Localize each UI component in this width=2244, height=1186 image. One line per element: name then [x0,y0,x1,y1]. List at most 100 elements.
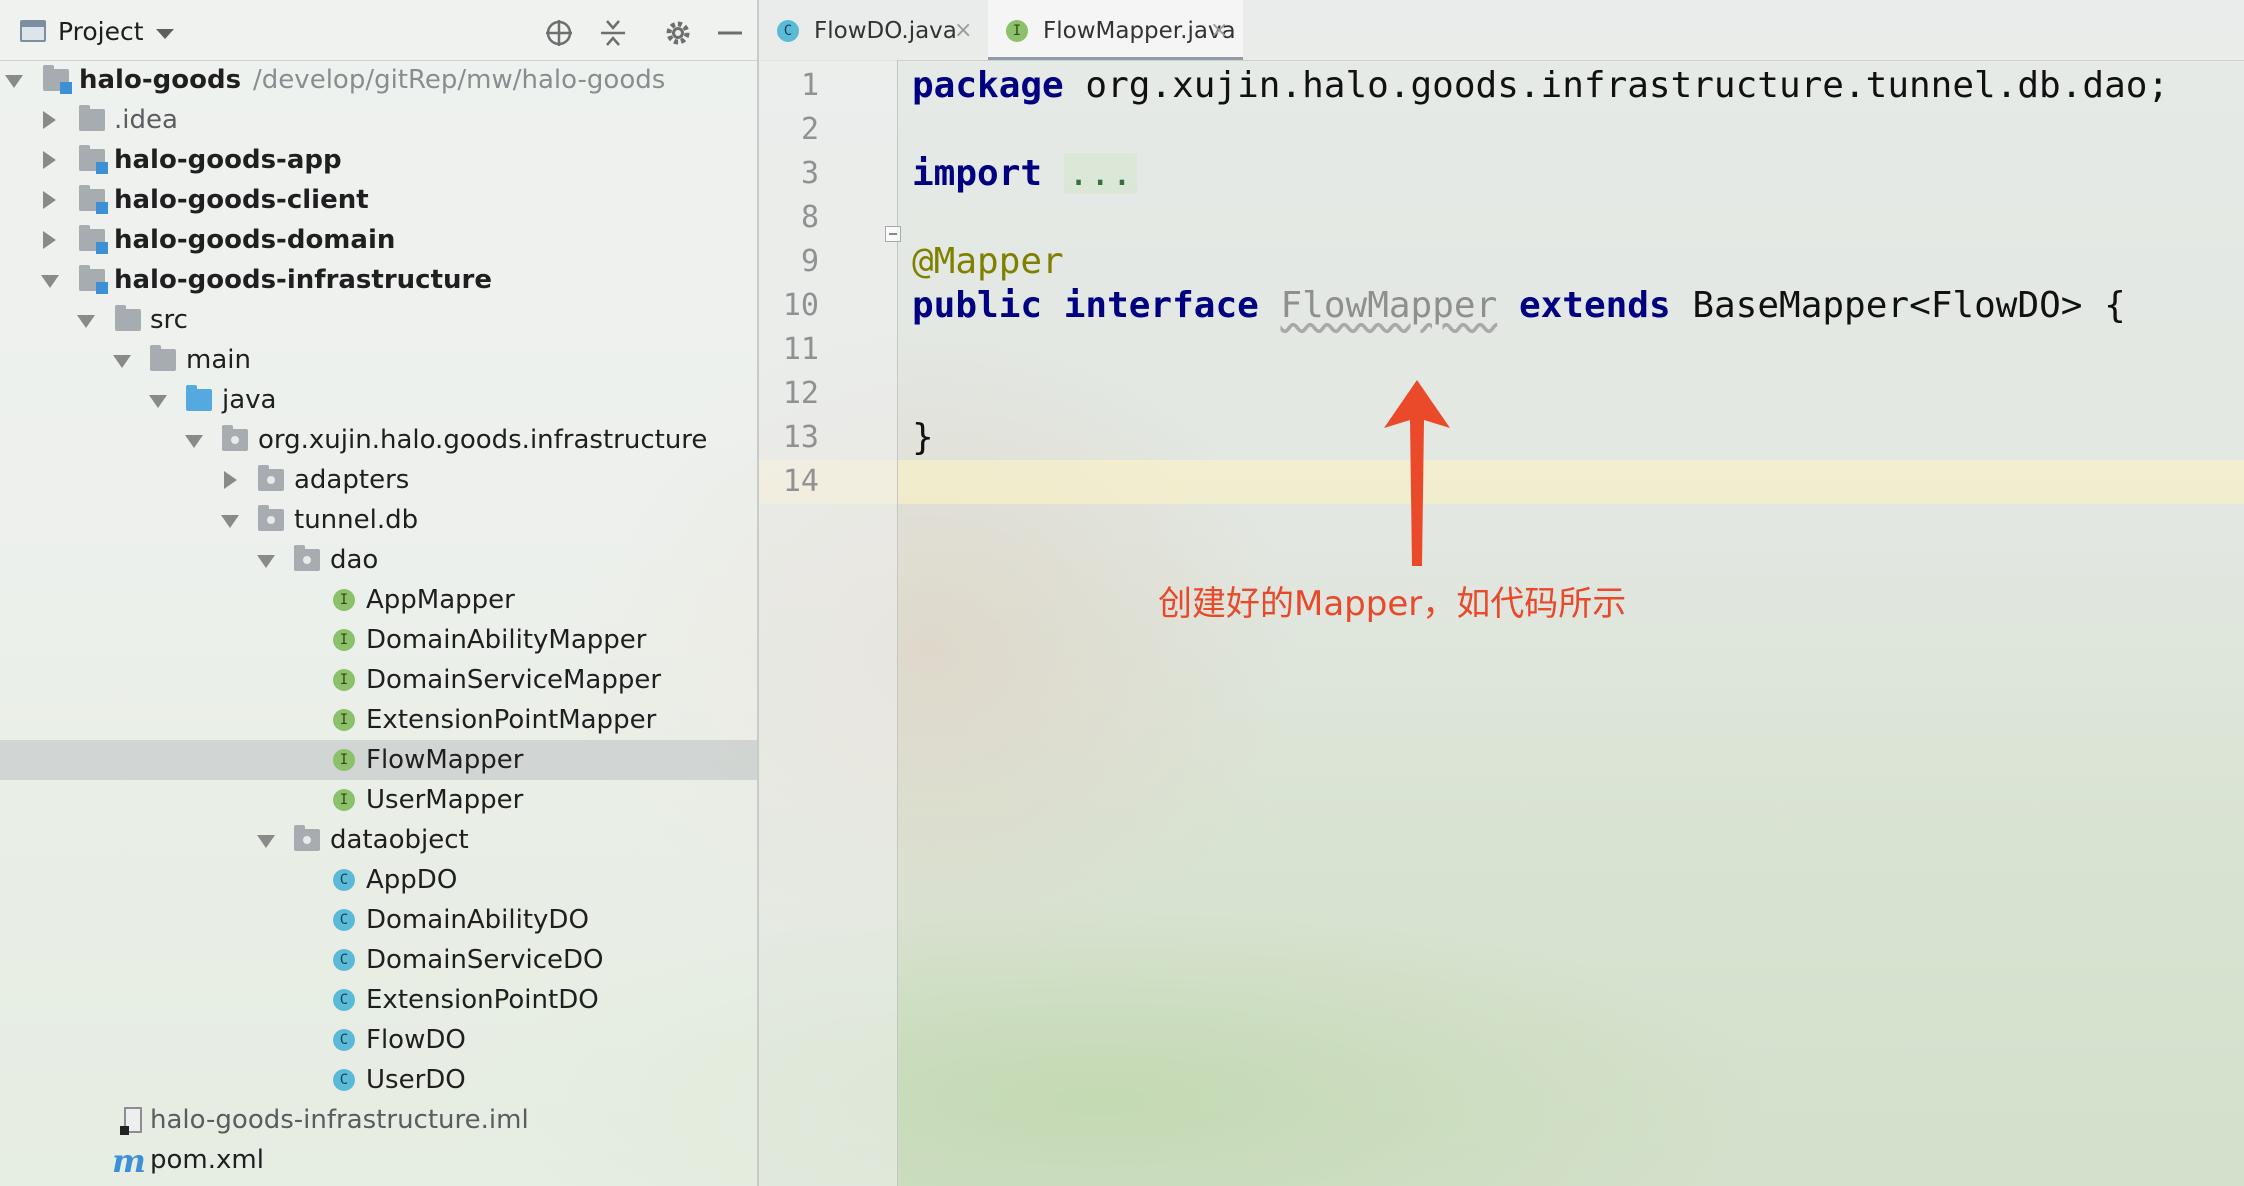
tree-item-label: dao [330,545,379,575]
package-icon [258,505,284,531]
tree-item-label: halo-goods [79,65,242,95]
project-icon [20,20,46,42]
interface-name: FlowMapper [1280,285,1498,326]
tree-item-halo-goods-client[interactable]: halo-goods-client [0,180,757,220]
tree-item-extension-point-mapper[interactable]: I ExtensionPointMapper [0,700,757,740]
tree-item-label: halo-goods-domain [114,225,396,255]
tree-item-iml-file[interactable]: halo-goods-infrastructure.iml [0,1100,757,1140]
expand-arrow-icon[interactable] [221,515,239,528]
class-icon: C [333,949,355,971]
tree-item-main[interactable]: main [0,340,757,380]
close-icon[interactable]: × [1210,0,1228,62]
tree-item-label: adapters [294,465,410,495]
tree-item-user-mapper[interactable]: I UserMapper [0,780,757,820]
line-number: 1 [800,68,819,103]
line-number-gutter: 1 2 3 8 9 10 11 12 13 14 [759,60,901,1186]
tree-item-halo-goods-app[interactable]: halo-goods-app [0,140,757,180]
tree-item-label: halo-goods-infrastructure.iml [150,1105,529,1135]
expand-arrow-icon[interactable] [5,75,23,88]
arrow-up-icon [1384,380,1450,566]
tree-item-dataobject[interactable]: dataobject [0,820,757,860]
class-icon: C [333,909,355,931]
package-name: org.xujin.halo.goods.infrastructure.tunn… [1063,65,2170,106]
keyword: interface [1063,285,1259,326]
tree-item-flow-do[interactable]: C FlowDO [0,1020,757,1060]
tree-item-tunnel-db[interactable]: tunnel.db [0,500,757,540]
tree-item-extension-point-do[interactable]: C ExtensionPointDO [0,980,757,1020]
package-icon [222,425,248,451]
tree-item-package-infrastructure[interactable]: org.xujin.halo.goods.infrastructure [0,420,757,460]
tree-item-domain-service-mapper[interactable]: I DomainServiceMapper [0,660,757,700]
tree-item-label: src [150,305,188,335]
module-icon [43,65,72,94]
minimize-icon[interactable] [715,18,745,48]
class-icon: C [777,20,799,42]
interface-icon: I [333,669,355,691]
collapse-arrow-icon[interactable] [43,151,56,169]
collapse-arrow-icon[interactable] [224,471,237,489]
expand-arrow-icon[interactable] [41,275,59,288]
tree-item-label: .idea [114,105,178,135]
tree-item-user-do[interactable]: C UserDO [0,1060,757,1100]
package-icon [258,465,284,491]
code-line-1: package org.xujin.halo.goods.infrastruct… [912,64,2169,108]
expand-arrow-icon[interactable] [257,835,275,848]
tree-item-flow-mapper[interactable]: I FlowMapper [0,740,757,780]
package-icon [294,545,320,571]
tab-label: FlowMapper.java [1043,18,1236,44]
gear-icon[interactable] [663,18,693,48]
annotation: @Mapper [912,241,1064,282]
folder-icon [115,305,141,331]
interface-icon: I [333,629,355,651]
fold-icon[interactable] [885,226,901,242]
line-number: 3 [800,156,819,191]
tree-item-halo-goods-domain[interactable]: halo-goods-domain [0,220,757,260]
tree-item-halo-goods-infrastructure[interactable]: halo-goods-infrastructure [0,260,757,300]
close-icon[interactable]: × [954,0,972,62]
panel-title[interactable]: Project [58,17,144,46]
tree-item-label: halo-goods-client [114,185,369,215]
keyword: extends [1518,285,1671,326]
tree-item-label: main [186,345,251,375]
tree-item-domain-ability-mapper[interactable]: I DomainAbilityMapper [0,620,757,660]
collapse-arrow-icon[interactable] [43,111,56,129]
tree-item-label: tunnel.db [294,505,419,535]
dropdown-icon[interactable] [156,29,174,39]
tree-item-label: FlowDO [366,1025,466,1055]
tree-item-pom[interactable]: m pom.xml [0,1140,757,1180]
tree-item-idea[interactable]: .idea [0,100,757,140]
tree-item-app-mapper[interactable]: I AppMapper [0,580,757,620]
collapse-arrow-icon[interactable] [43,231,56,249]
keyword: import [912,153,1043,194]
tree-item-adapters[interactable]: adapters [0,460,757,500]
tree-item-domain-ability-do[interactable]: C DomainAbilityDO [0,900,757,940]
expand-arrow-icon[interactable] [257,555,275,568]
tree-item-src[interactable]: src [0,300,757,340]
expand-arrow-icon[interactable] [77,315,95,328]
tab-flowmapper-java[interactable]: I FlowMapper.java × [988,0,1243,60]
tree-item-label: DomainAbilityDO [366,905,589,935]
expand-arrow-icon[interactable] [149,395,167,408]
folded-imports[interactable]: ... [1063,153,1137,194]
locate-icon[interactable] [544,18,574,48]
tree-item-halo-goods[interactable]: halo-goods/develop/gitRep/mw/halo-goods [0,60,757,100]
tree-item-dao[interactable]: dao [0,540,757,580]
tab-flowdo-java[interactable]: C FlowDO.java × [759,0,988,60]
tree-item-app-do[interactable]: C AppDO [0,860,757,900]
tree-item-label: AppDO [366,865,458,895]
project-path: /develop/gitRep/mw/halo-goods [253,65,666,95]
tree-item-label: ExtensionPointDO [366,985,599,1015]
collapse-arrow-icon[interactable] [43,191,56,209]
tree-item-java[interactable]: java [0,380,757,420]
tree-item-label: java [222,385,277,415]
expand-arrow-icon[interactable] [113,355,131,368]
tree-item-domain-service-do[interactable]: C DomainServiceDO [0,940,757,980]
tree-item-label: DomainServiceDO [366,945,604,975]
collapse-icon[interactable] [598,18,628,48]
tab-label: FlowDO.java [814,18,957,44]
tree-item-label: UserMapper [366,785,524,815]
interface-icon: I [333,589,355,611]
expand-arrow-icon[interactable] [185,435,203,448]
tree-item-label: AppMapper [366,585,515,615]
line-number: 9 [800,244,819,279]
